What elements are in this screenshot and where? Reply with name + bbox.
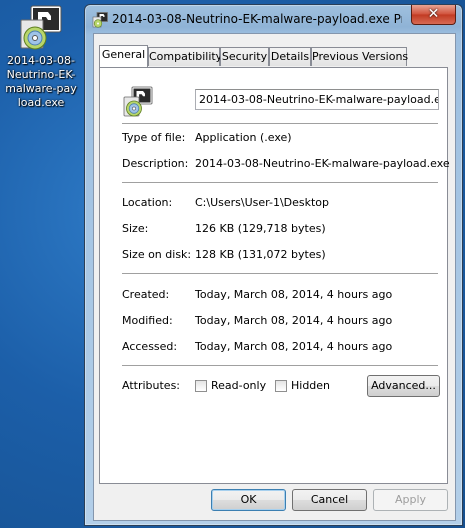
desktop-file-label: 2014-03-08- Neutrino-EK- malware-pay loa… xyxy=(5,54,77,109)
window-title: 2014-03-08-Neutrino-EK-malware-payload.e… xyxy=(112,12,402,26)
description-value: 2014-03-08-Neutrino-EK-malware-payload.e… xyxy=(195,157,450,170)
ok-button[interactable]: OK xyxy=(211,489,286,511)
attributes-label: Attributes: xyxy=(122,379,181,392)
size-on-disk-label: Size on disk: xyxy=(122,248,192,261)
exe-file-icon xyxy=(122,86,154,118)
tab-compatibility[interactable]: Compatibility xyxy=(148,47,222,66)
tab-general[interactable]: General xyxy=(99,45,148,67)
tab-previous-versions[interactable]: Previous Versions xyxy=(311,47,408,66)
installer-exe-icon xyxy=(17,4,65,52)
close-button[interactable]: ✕ xyxy=(411,5,456,25)
created-value: Today, March 08, 2014, 4 hours ago xyxy=(195,288,393,301)
advanced-button[interactable]: Advanced... xyxy=(367,375,440,397)
size-label: Size: xyxy=(122,222,149,235)
separator xyxy=(122,123,438,124)
cancel-button[interactable]: Cancel xyxy=(292,489,367,511)
type-value: Application (.exe) xyxy=(195,131,292,144)
location-value: C:\Users\User-1\Desktop xyxy=(195,196,330,209)
size-on-disk-value: 128 KB (131,072 bytes) xyxy=(195,248,326,261)
size-value: 126 KB (129,718 bytes) xyxy=(195,222,326,235)
accessed-label: Accessed: xyxy=(122,340,178,353)
hidden-checkbox[interactable] xyxy=(275,380,287,392)
description-label: Description: xyxy=(122,157,189,170)
dialog-client-area: General Compatibility Security Details P… xyxy=(93,33,456,521)
location-label: Location: xyxy=(122,196,173,209)
apply-button[interactable]: Apply xyxy=(373,489,448,511)
readonly-label[interactable]: Read-only xyxy=(211,379,266,392)
separator xyxy=(122,182,438,183)
modified-label: Modified: xyxy=(122,314,173,327)
desktop-file-icon[interactable]: 2014-03-08- Neutrino-EK- malware-pay loa… xyxy=(2,4,80,110)
type-label: Type of file: xyxy=(122,131,186,144)
accessed-value: Today, March 08, 2014, 4 hours ago xyxy=(195,340,393,353)
readonly-checkbox[interactable] xyxy=(195,380,207,392)
exe-app-icon xyxy=(92,12,108,28)
properties-window: 2014-03-08-Neutrino-EK-malware-payload.e… xyxy=(84,4,463,526)
separator xyxy=(122,365,438,366)
file-name-field[interactable]: 2014-03-08-Neutrino-EK-malware-payload.e… xyxy=(195,89,439,110)
hidden-label[interactable]: Hidden xyxy=(291,379,330,392)
general-tab-panel: 2014-03-08-Neutrino-EK-malware-payload.e… xyxy=(99,67,450,484)
tab-details[interactable]: Details xyxy=(269,47,311,66)
tab-security[interactable]: Security xyxy=(220,47,269,66)
modified-value: Today, March 08, 2014, 4 hours ago xyxy=(195,314,393,327)
separator xyxy=(122,273,438,274)
created-label: Created: xyxy=(122,288,170,301)
title-bar[interactable]: 2014-03-08-Neutrino-EK-malware-payload.e… xyxy=(85,5,462,33)
